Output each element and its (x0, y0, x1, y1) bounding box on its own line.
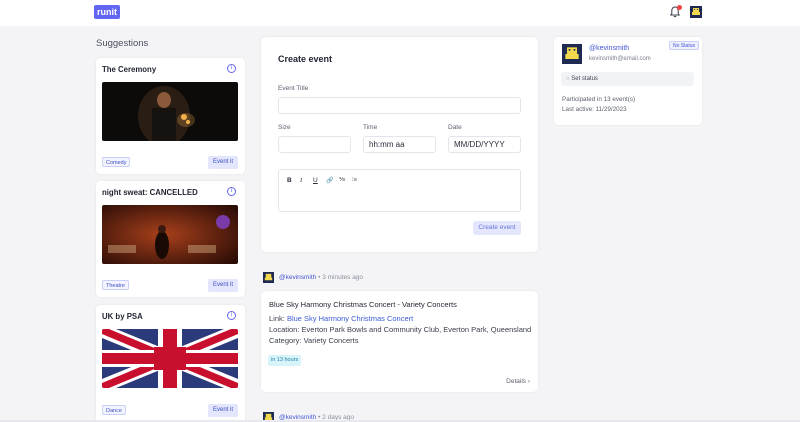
bold-button[interactable]: B (287, 177, 292, 184)
post-link-label: Link: (269, 314, 285, 323)
post-location: Location: Everton Park Bowls and Communi… (269, 325, 532, 334)
profile-username[interactable]: @kevinsmith (589, 45, 629, 52)
suggestion-card[interactable]: UK by PSA i Dance Event it (96, 305, 245, 422)
suggestion-name: UK by PSA (102, 312, 143, 321)
suggestions-heading: Suggestions (96, 38, 149, 49)
create-event-button[interactable]: Create event (473, 221, 521, 235)
create-event-title: Create event (278, 54, 333, 64)
info-icon[interactable]: i (227, 187, 236, 196)
top-bar: runit (0, 0, 800, 26)
event-it-button[interactable]: Event it (207, 279, 238, 292)
set-status-button[interactable]: ◌ Set status (561, 72, 694, 86)
size-label: Size (278, 124, 291, 131)
info-icon[interactable]: i (227, 311, 236, 320)
event-title-input[interactable] (278, 97, 521, 114)
description-editor[interactable]: B I U 🔗 ⅟≡ ⁝≡ (278, 169, 521, 212)
category-tag: Comedy (102, 157, 131, 167)
post-link[interactable]: Blue Sky Harmony Christmas Concert (287, 314, 413, 323)
suggestion-name: night sweat: CANCELLED (102, 188, 198, 197)
time-until-badge: in 13 hours (268, 355, 302, 366)
post-timestamp: • 3 minutes ago (318, 274, 364, 282)
time-input[interactable]: hh:mm aa (363, 136, 436, 153)
status-badge: No Status (669, 41, 699, 50)
italic-button[interactable]: I (300, 177, 302, 184)
link-icon[interactable]: 🔗 (326, 177, 333, 184)
app-logo[interactable]: runit (94, 5, 120, 19)
date-label: Date (448, 124, 462, 131)
profile-email: kevinsmith@email.com (589, 56, 651, 62)
event-thumbnail[interactable] (102, 82, 238, 141)
suggestion-name: The Ceremony (102, 65, 157, 74)
event-thumbnail[interactable] (102, 329, 238, 388)
pixel-avatar-icon[interactable] (690, 6, 702, 18)
date-input[interactable]: MM/DD/YYYY (448, 136, 521, 153)
event-thumbnail[interactable] (102, 205, 238, 264)
details-link[interactable]: Details › (506, 378, 530, 385)
suggestion-card[interactable]: night sweat: CANCELLED i Theatre Event i… (96, 181, 245, 297)
post-card: Blue Sky Harmony Christmas Concert - Var… (261, 291, 538, 392)
underline-button[interactable]: U (313, 177, 318, 184)
time-label: Time (363, 124, 378, 131)
event-title-label: Event Title (278, 85, 309, 92)
profile-card: @kevinsmith kevinsmith@email.com No Stat… (554, 37, 702, 125)
category-tag: Dance (102, 405, 126, 415)
info-icon[interactable]: i (227, 64, 236, 73)
pixel-avatar-icon[interactable] (263, 272, 274, 283)
event-it-button[interactable]: Event it (207, 156, 238, 169)
size-input[interactable] (278, 136, 351, 153)
post-category: Category: Variety Concerts (269, 336, 359, 345)
pixel-avatar-icon[interactable] (562, 44, 582, 64)
status-circle-icon: ◌ (566, 76, 570, 82)
suggestion-card[interactable]: The Ceremony i Comedy Event it (96, 58, 245, 174)
set-status-label: Set status (571, 76, 598, 82)
notification-dot (677, 5, 682, 10)
last-active: Last active: 11/29/2023 (562, 106, 627, 113)
event-it-button[interactable]: Event it (207, 404, 238, 417)
participation-count: Participated in 13 event(s) (562, 96, 636, 103)
create-event-card: Create event Event Title Size Time hh:mm… (261, 37, 538, 252)
bullet-list-icon[interactable]: ⁝≡ (352, 177, 357, 183)
post-title: Blue Sky Harmony Christmas Concert - Var… (269, 300, 457, 309)
post-username[interactable]: @kevinsmith (279, 274, 316, 281)
post-link-line: Link: Blue Sky Harmony Christmas Concert (269, 314, 413, 323)
details-label: Details (506, 378, 527, 385)
ordered-list-icon[interactable]: ⅟≡ (339, 177, 345, 183)
chevron-right-icon: › (527, 378, 530, 385)
category-tag: Theatre (102, 280, 129, 290)
post-header: @kevinsmith • 3 minutes ago (263, 272, 363, 283)
